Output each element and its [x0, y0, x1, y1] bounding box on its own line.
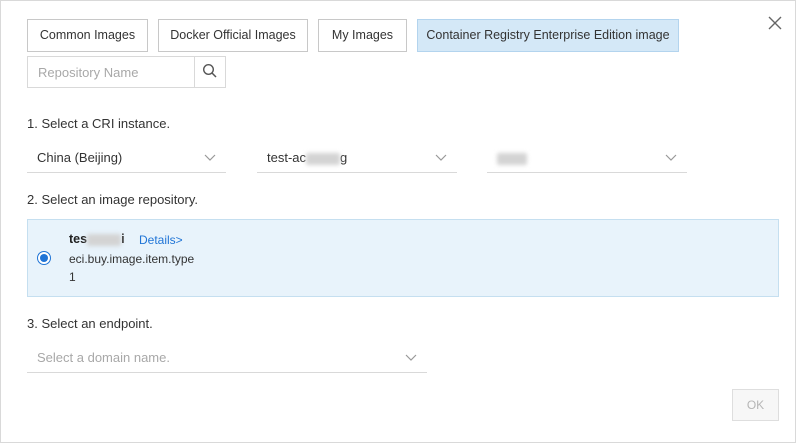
search-icon [202, 63, 218, 82]
ok-button[interactable]: OK [732, 389, 779, 421]
endpoint-select-placeholder: Select a domain name. [37, 349, 170, 365]
radio-selected-dot [40, 254, 48, 262]
image-source-tabs: Common Images Docker Official Images My … [27, 19, 689, 52]
tab-container-registry-enterprise[interactable]: Container Registry Enterprise Edition im… [417, 19, 679, 52]
step-select-instance-label: 1. Select a CRI instance. [27, 116, 171, 131]
region-select-value: China (Beijing) [37, 150, 123, 165]
instance-select[interactable]: test-ac g [257, 143, 457, 173]
endpoint-select[interactable]: Select a domain name. [27, 342, 427, 373]
repository-search-input[interactable] [28, 57, 194, 87]
namespace-select-value [497, 150, 527, 165]
repository-details-link[interactable]: Details> [139, 233, 183, 247]
repository-radio[interactable] [37, 251, 51, 265]
chevron-down-icon [405, 350, 417, 365]
chevron-down-icon [435, 150, 447, 165]
chevron-down-icon [204, 150, 216, 165]
redacted-text [306, 152, 341, 165]
chevron-down-icon [665, 150, 677, 165]
repository-search [27, 56, 226, 88]
repository-type: eci.buy.image.item.type [69, 252, 195, 266]
repository-count: 1 [69, 270, 76, 284]
repository-list-item[interactable]: tes i Details> eci.buy.image.item.type 1 [27, 219, 779, 297]
redacted-text [497, 152, 527, 165]
tab-my-images[interactable]: My Images [318, 19, 407, 52]
instance-select-value: test-ac g [267, 150, 348, 165]
tab-docker-official-images[interactable]: Docker Official Images [158, 19, 308, 52]
namespace-select[interactable] [487, 143, 687, 173]
tab-common-images[interactable]: Common Images [27, 19, 148, 52]
step-select-endpoint-label: 3. Select an endpoint. [27, 316, 153, 331]
region-select[interactable]: China (Beijing) [27, 143, 226, 173]
repository-name: tes i [69, 232, 125, 246]
step-select-repository-label: 2. Select an image repository. [27, 192, 199, 207]
select-image-dialog: Common Images Docker Official Images My … [0, 0, 796, 443]
close-icon[interactable] [766, 14, 784, 32]
redacted-text [87, 233, 122, 246]
search-button[interactable] [194, 57, 225, 87]
